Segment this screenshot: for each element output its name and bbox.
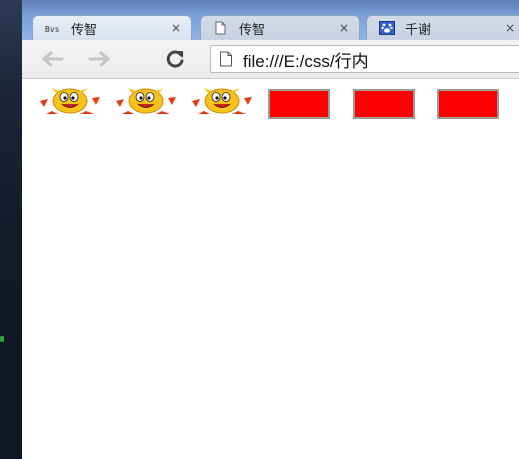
cartoon-star-character-icon: [38, 85, 102, 115]
url-text: file:///E:/css/行内: [243, 51, 369, 71]
forward-arrow-icon: [88, 51, 110, 67]
title-bar: Bvs 传智 × 传智 × 千谢 ×: [22, 0, 519, 40]
tab-3[interactable]: 千谢 ×: [366, 15, 519, 40]
browser-window: Bvs 传智 × 传智 × 千谢 × file:///E:/css/行内: [22, 0, 519, 459]
red-box: [437, 89, 499, 119]
desktop-indicator: [0, 336, 4, 342]
tab-close-icon[interactable]: ×: [171, 21, 181, 35]
tab-close-icon[interactable]: ×: [505, 21, 515, 35]
tab-close-icon[interactable]: ×: [339, 21, 349, 35]
favicon-text: Bvs: [45, 25, 60, 34]
forward-button[interactable]: [86, 47, 112, 71]
back-button[interactable]: [40, 47, 66, 71]
cartoon-star-character-icon: [114, 85, 178, 115]
page-icon: [219, 51, 233, 67]
address-bar[interactable]: file:///E:/css/行内: [210, 45, 519, 73]
tab-title: 传智: [239, 22, 266, 38]
tab-2[interactable]: 传智 ×: [200, 15, 360, 40]
desktop-background: [0, 0, 22, 459]
reload-button[interactable]: [162, 47, 188, 71]
red-box: [353, 89, 415, 119]
back-arrow-icon: [42, 51, 64, 67]
cartoon-star-character-icon: [190, 85, 254, 115]
tab-1[interactable]: Bvs 传智 ×: [32, 15, 192, 40]
toolbar: file:///E:/css/行内: [22, 40, 519, 79]
paw-favicon-icon: [379, 21, 401, 35]
red-box: [268, 89, 330, 119]
tab-strip: Bvs 传智 × 传智 × 千谢 ×: [22, 15, 519, 40]
tab-title: 千谢: [405, 22, 432, 38]
tab-title: 传智: [71, 22, 98, 38]
reload-icon: [166, 50, 184, 68]
page-icon: [213, 21, 235, 35]
screenshot: Bvs 传智 × 传智 × 千谢 × file:///E:/css/行内: [0, 0, 519, 459]
page-content: [22, 79, 519, 459]
bvs-favicon-icon: Bvs: [45, 21, 67, 35]
